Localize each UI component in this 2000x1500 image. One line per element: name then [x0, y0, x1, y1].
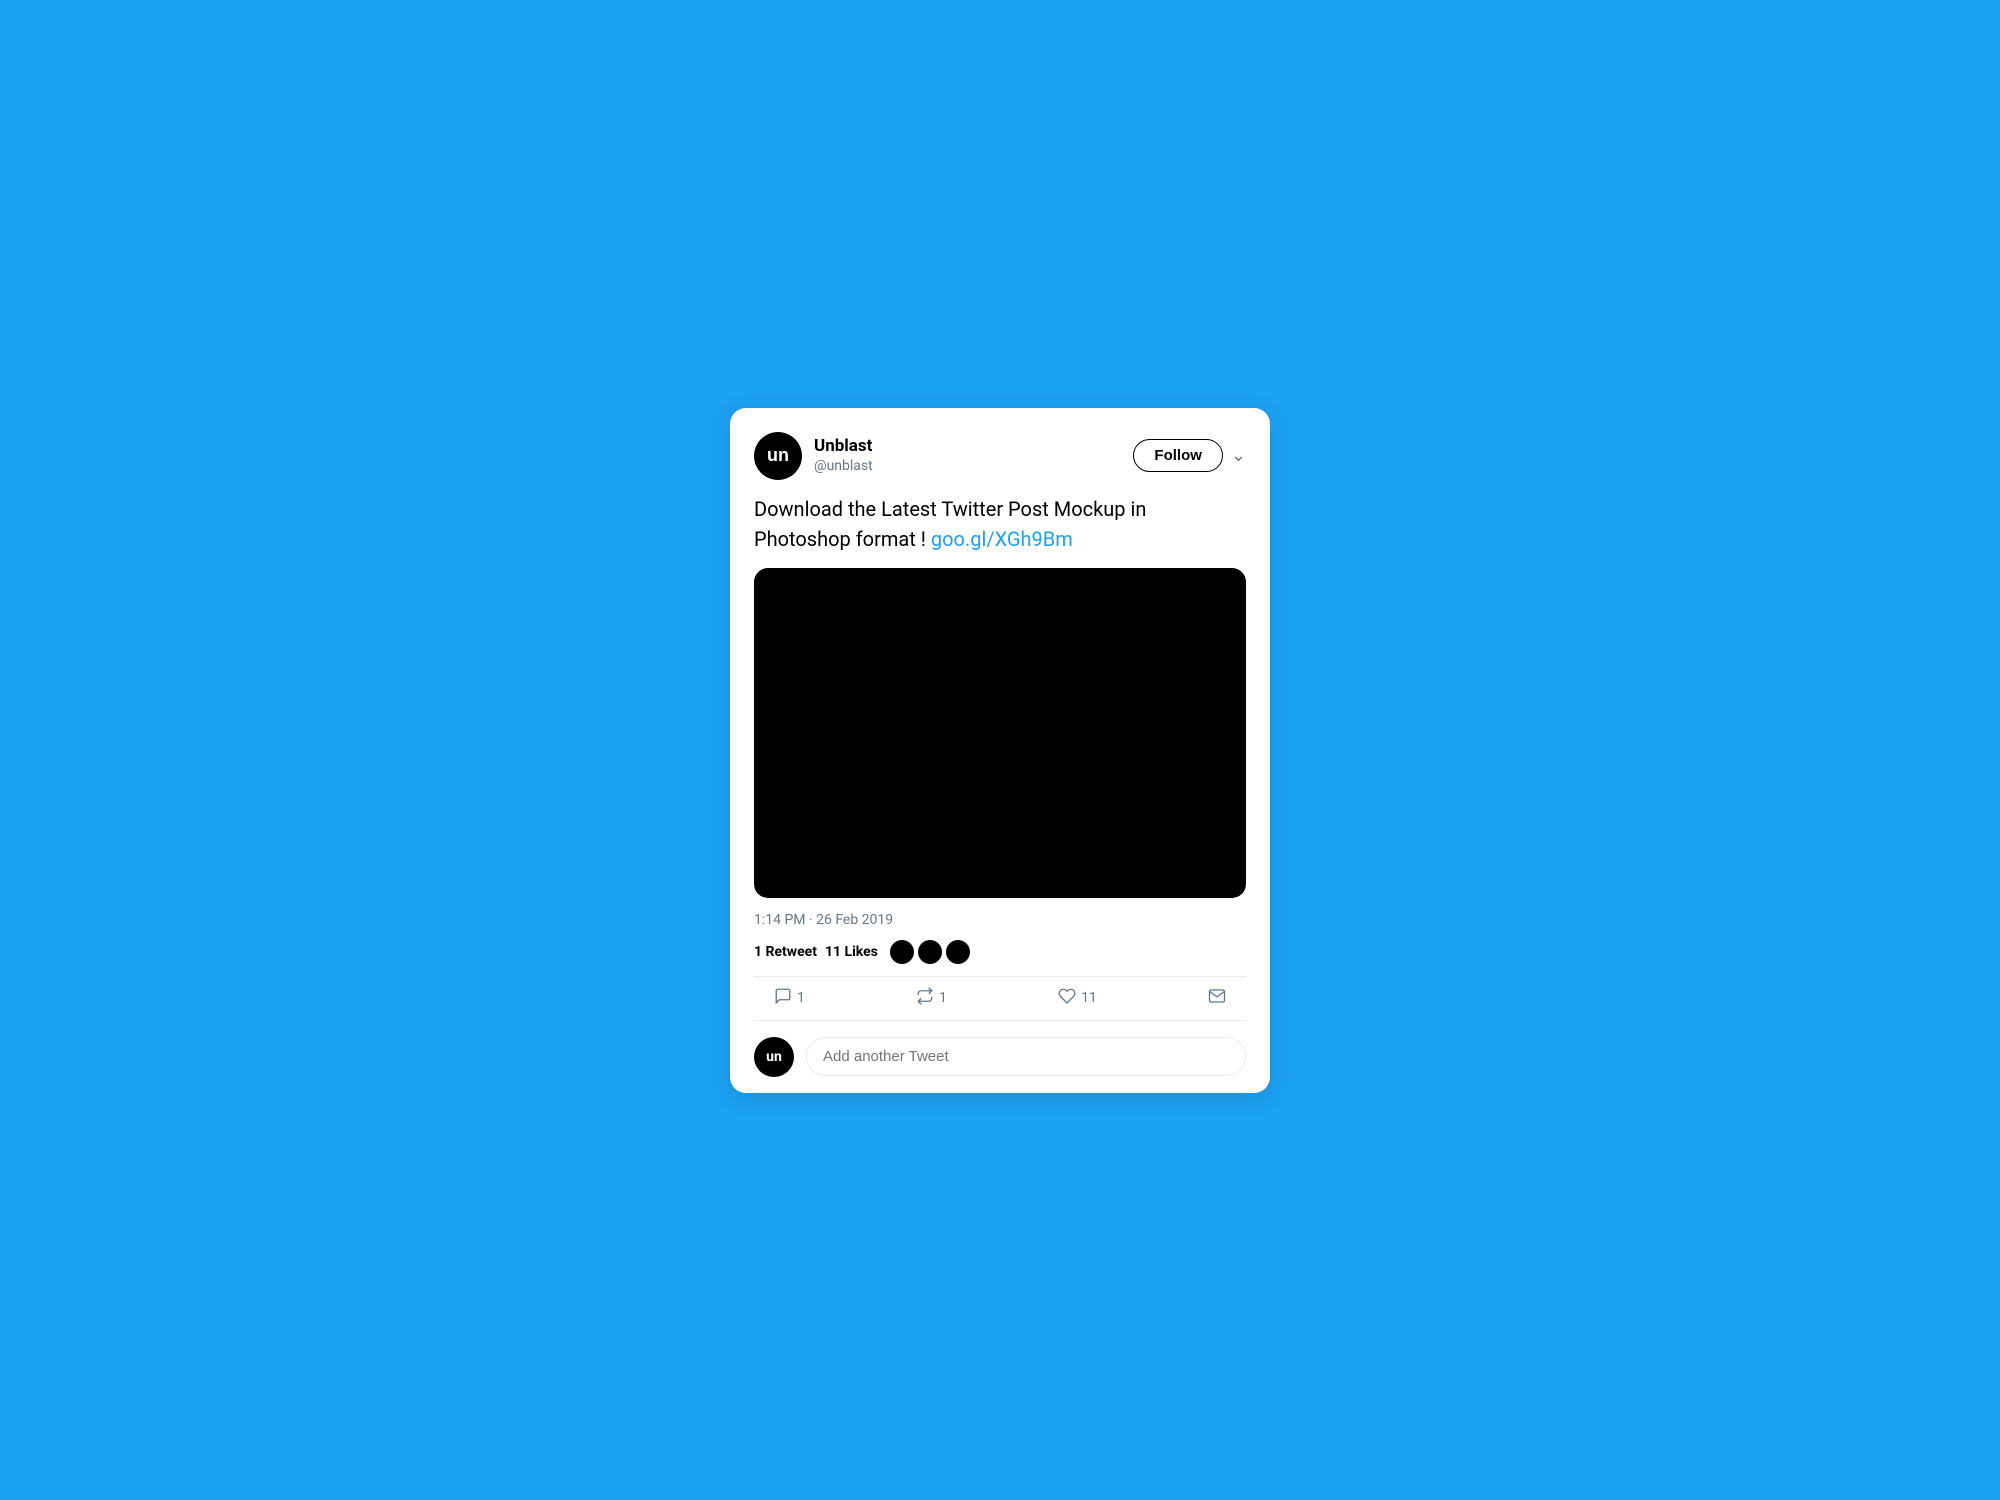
dm-action[interactable]	[1208, 987, 1226, 1010]
tweet-actions: 1 1 11	[754, 977, 1246, 1021]
add-tweet-avatar-initials: un	[766, 1049, 782, 1065]
mail-icon	[1208, 987, 1226, 1010]
retweet-count: 1	[754, 944, 762, 960]
avatar-initials: un	[767, 445, 789, 466]
reply-action[interactable]: 1	[774, 987, 805, 1010]
add-tweet-area: un	[754, 1021, 1246, 1093]
retweet-action-count: 1	[939, 990, 947, 1006]
like-avatar-1	[890, 940, 914, 964]
reply-count: 1	[797, 990, 805, 1006]
tweet-header-right: Follow ⌄	[1133, 439, 1246, 472]
add-tweet-input[interactable]	[806, 1037, 1246, 1076]
tweet-link[interactable]: goo.gl/XGh9Bm	[931, 527, 1073, 551]
retweet-label: Retweet	[766, 944, 817, 960]
like-avatar-2	[918, 940, 942, 964]
username: @unblast	[814, 457, 873, 475]
tweet-stats: 1 Retweet 11 Likes	[754, 940, 1246, 977]
reply-icon	[774, 987, 792, 1010]
like-action-count: 11	[1081, 990, 1097, 1006]
tweet-header: un Unblast @unblast Follow ⌄	[754, 432, 1246, 480]
likes-count: 11	[825, 944, 841, 960]
tweet-header-left: un Unblast @unblast	[754, 432, 873, 480]
likes-label: Likes	[845, 944, 878, 960]
tweet-text: Download the Latest Twitter Post Mockup …	[754, 494, 1246, 554]
display-name: Unblast	[814, 435, 873, 457]
tweet-timestamp: 1:14 PM · 26 Feb 2019	[754, 912, 1246, 928]
tweet-card: un Unblast @unblast Follow ⌄ Download th…	[730, 408, 1270, 1093]
user-info: Unblast @unblast	[814, 435, 873, 475]
chevron-down-icon[interactable]: ⌄	[1231, 445, 1246, 466]
like-avatar-3	[946, 940, 970, 964]
likes-avatars	[890, 940, 970, 964]
retweet-stat: 1 Retweet	[754, 944, 817, 960]
like-action[interactable]: 11	[1058, 987, 1097, 1010]
follow-button[interactable]: Follow	[1133, 439, 1223, 472]
retweet-action[interactable]: 1	[916, 987, 947, 1010]
heart-icon	[1058, 987, 1076, 1010]
retweet-icon	[916, 987, 934, 1010]
avatar: un	[754, 432, 802, 480]
tweet-image	[754, 568, 1246, 898]
likes-stat: 11 Likes	[825, 944, 878, 960]
add-tweet-avatar: un	[754, 1037, 794, 1077]
